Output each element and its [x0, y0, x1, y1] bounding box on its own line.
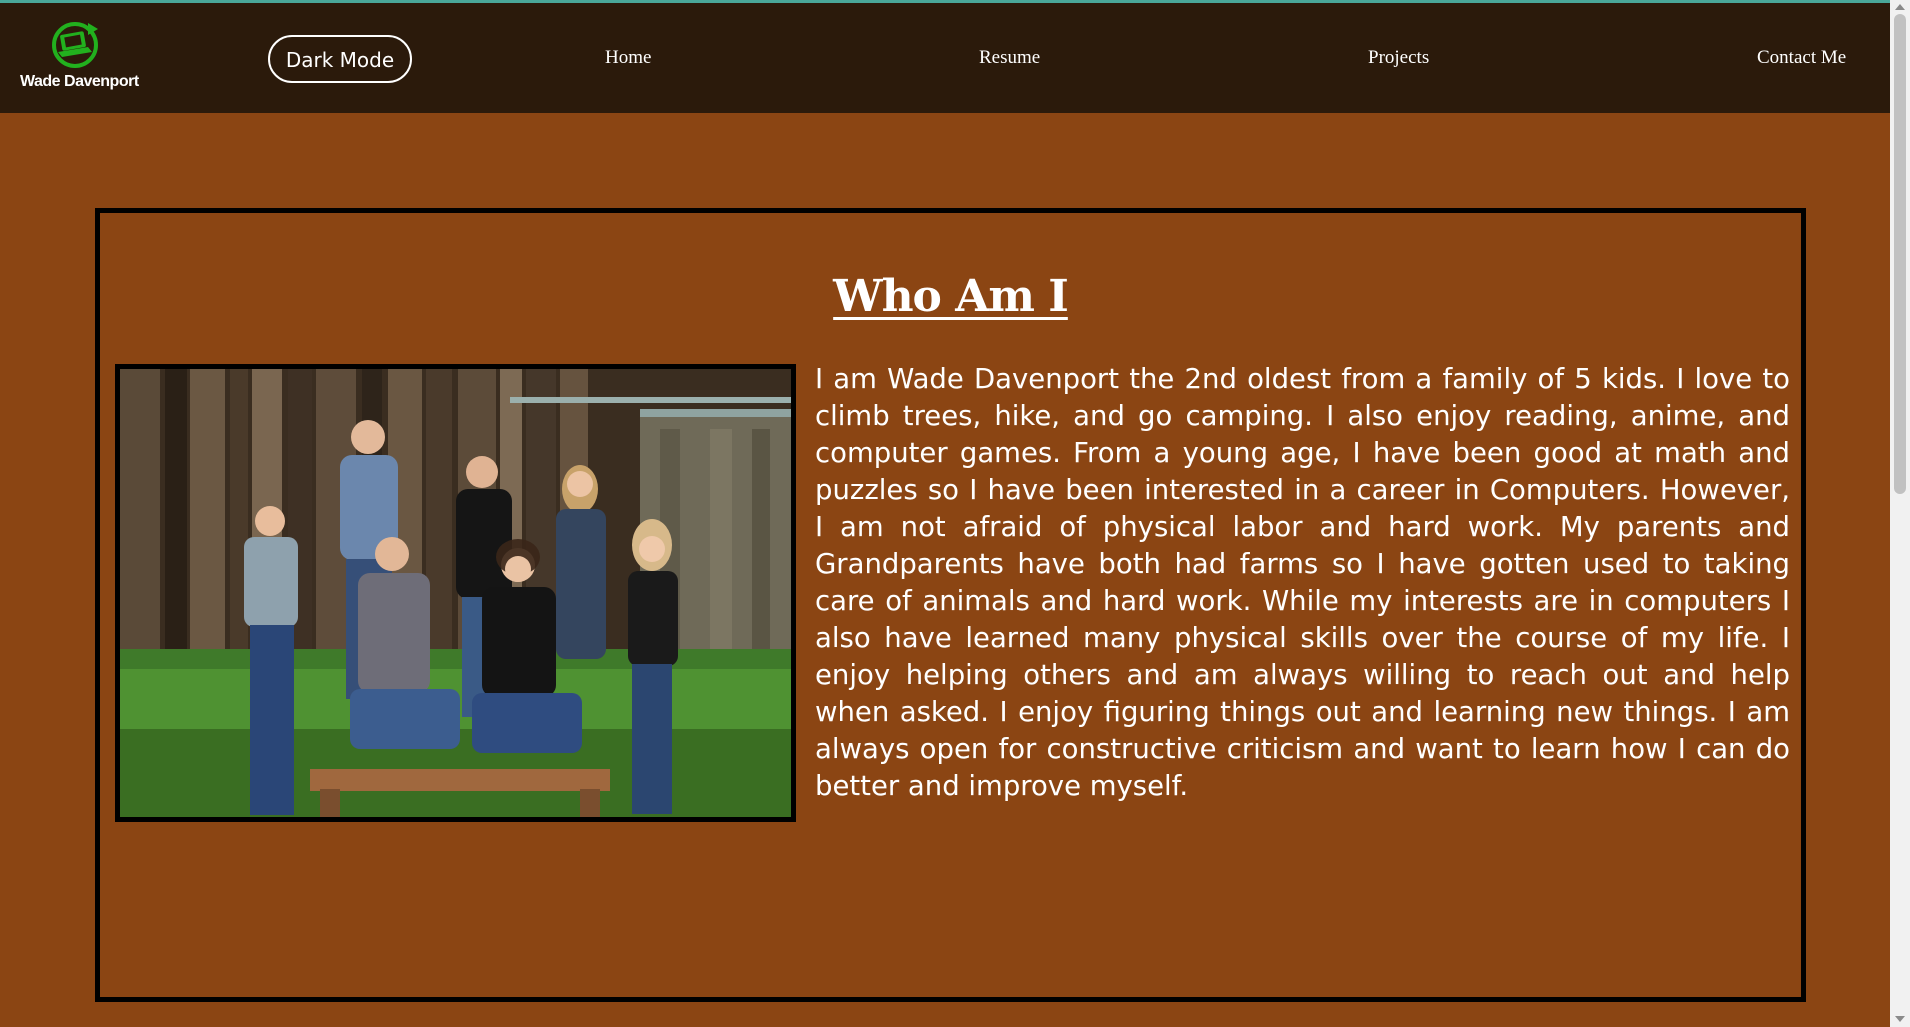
nav-link-resume[interactable]: Resume — [979, 47, 1040, 69]
nav-link-contact-me[interactable]: Contact Me — [1757, 47, 1846, 69]
nav-link-home[interactable]: Home — [605, 47, 651, 69]
navbar: Wade Davenport Dark Mode Home Resume Pro… — [0, 3, 1890, 113]
scrollbar-thumb[interactable] — [1894, 14, 1906, 494]
family-photo-illustration — [120, 369, 791, 817]
scroll-down-arrow-icon[interactable] — [1895, 1016, 1905, 1022]
about-title: Who Am I — [833, 271, 1069, 322]
about-section: Who Am I I am Wade Davenport the 2nd old… — [95, 208, 1806, 1002]
brand-logo-link[interactable]: Wade Davenport — [20, 13, 139, 98]
laptop-refresh-icon — [52, 22, 98, 68]
family-photo — [115, 364, 796, 822]
scroll-up-arrow-icon[interactable] — [1895, 4, 1905, 10]
brand-name: Wade Davenport — [20, 73, 139, 90]
nav-link-projects[interactable]: Projects — [1368, 47, 1429, 69]
dark-mode-toggle-button[interactable]: Dark Mode — [268, 35, 412, 83]
about-paragraph: I am Wade Davenport the 2nd oldest from … — [815, 363, 1790, 802]
